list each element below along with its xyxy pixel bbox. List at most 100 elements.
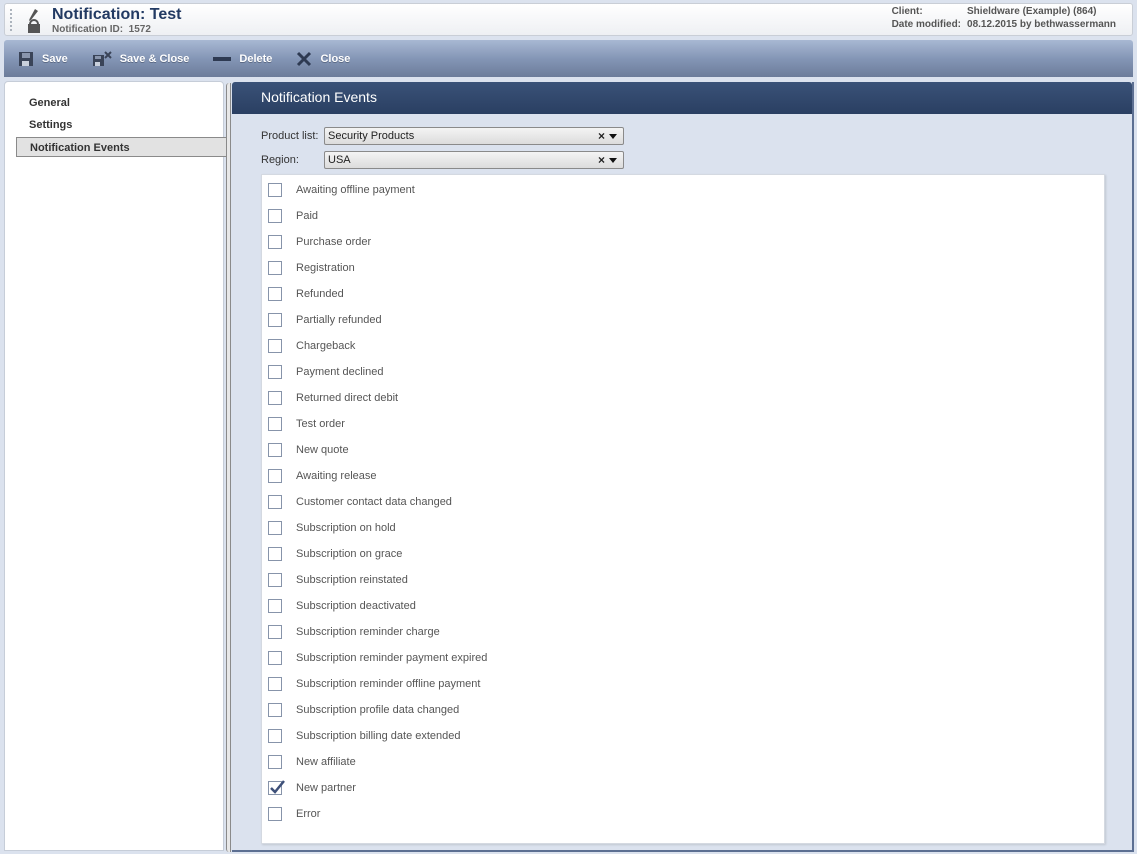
section-heading: Notification Events xyxy=(232,82,1132,114)
close-icon xyxy=(297,51,312,66)
checkbox[interactable] xyxy=(268,495,282,509)
checkbox[interactable] xyxy=(268,599,282,613)
checkbox[interactable] xyxy=(268,703,282,717)
checkbox[interactable] xyxy=(268,651,282,665)
event-label: Subscription profile data changed xyxy=(296,704,460,716)
event-checkbox-row[interactable]: Subscription reminder offline payment xyxy=(268,676,480,692)
event-checkbox-row[interactable]: Test order xyxy=(268,416,345,432)
event-label: Awaiting offline payment xyxy=(296,184,415,196)
main-panel: Notification Events Product list: Securi… xyxy=(232,82,1134,852)
event-label: Subscription on hold xyxy=(296,522,396,534)
checkbox[interactable] xyxy=(268,729,282,743)
event-label: New partner xyxy=(296,782,356,794)
checkbox[interactable] xyxy=(268,755,282,769)
event-label: Returned direct debit xyxy=(296,392,399,404)
event-checkbox-row[interactable]: Partially refunded xyxy=(268,312,382,328)
event-checkbox-row[interactable]: Paid xyxy=(268,208,318,224)
event-checkbox-row[interactable]: Payment declined xyxy=(268,364,383,380)
event-checkbox-row[interactable]: New affiliate xyxy=(268,754,356,770)
event-checkbox-row[interactable]: Subscription reminder charge xyxy=(268,624,440,640)
event-checkbox-row[interactable]: Purchase order xyxy=(268,234,371,250)
save-close-label: Save & Close xyxy=(119,52,190,65)
notification-id: Notification ID: 1572 xyxy=(52,24,151,35)
notification-id-label: Notification ID: xyxy=(52,24,124,35)
checkbox[interactable] xyxy=(268,417,282,431)
region-value: USA xyxy=(328,154,351,166)
clear-icon[interactable]: × xyxy=(598,153,605,167)
checkbox[interactable] xyxy=(268,443,282,457)
checkbox[interactable] xyxy=(268,391,282,405)
event-checkbox-row[interactable]: Returned direct debit xyxy=(268,390,398,406)
checkbox[interactable] xyxy=(268,209,282,223)
event-label: Subscription deactivated xyxy=(296,600,416,612)
checkbox[interactable] xyxy=(268,261,282,275)
event-checkbox-row[interactable]: Registration xyxy=(268,260,355,276)
event-label: Partially refunded xyxy=(296,314,382,326)
event-label: New quote xyxy=(296,444,349,456)
sidebar-item-notification-events[interactable]: Notification Events xyxy=(16,137,231,157)
event-checkbox-row[interactable]: Awaiting release xyxy=(268,468,377,484)
event-checkbox-row[interactable]: Subscription reminder payment expired xyxy=(268,650,487,666)
sidebar-item-general[interactable]: General xyxy=(29,97,70,109)
events-list: Awaiting offline payment Paid Purchase ord… xyxy=(261,174,1105,844)
checkbox[interactable] xyxy=(268,807,282,821)
clear-icon[interactable]: × xyxy=(598,129,605,143)
checkbox-checked[interactable] xyxy=(268,780,285,795)
edit-lock-icon xyxy=(28,9,40,33)
event-checkbox-row[interactable]: Subscription on hold xyxy=(268,520,396,536)
region-select[interactable]: USA × xyxy=(324,151,624,169)
event-checkbox-row[interactable]: Subscription reinstated xyxy=(268,572,408,588)
close-label: Close xyxy=(320,52,351,65)
checkbox[interactable] xyxy=(268,287,282,301)
save-close-button[interactable]: Save & Close xyxy=(92,50,190,67)
event-label: Payment declined xyxy=(296,366,384,378)
checkbox[interactable] xyxy=(268,625,282,639)
event-checkbox-row[interactable]: Refunded xyxy=(268,286,344,302)
minus-icon xyxy=(213,56,232,61)
drag-grip-icon[interactable] xyxy=(9,8,13,32)
product-list-select[interactable]: Security Products × xyxy=(324,127,624,145)
sidebar-item-settings[interactable]: Settings xyxy=(29,119,72,131)
page-title: Notification: Test xyxy=(52,6,182,23)
checkbox[interactable] xyxy=(268,521,282,535)
event-label: Test order xyxy=(296,418,345,430)
checkmark-icon xyxy=(270,780,285,794)
checkbox[interactable] xyxy=(268,313,282,327)
save-close-icon xyxy=(92,50,112,66)
checkbox[interactable] xyxy=(268,235,282,249)
close-button[interactable]: Close xyxy=(296,51,350,67)
record-meta: Client: Shieldware (Example) (864) Date … xyxy=(892,6,1122,32)
dropdown-arrow-icon[interactable] xyxy=(609,134,617,139)
event-checkbox-row[interactable]: New partner xyxy=(268,780,356,796)
dropdown-arrow-icon[interactable] xyxy=(609,158,617,163)
checkbox[interactable] xyxy=(268,677,282,691)
delete-button[interactable]: Delete xyxy=(213,51,272,67)
event-label: Error xyxy=(296,808,321,820)
checkbox[interactable] xyxy=(268,183,282,197)
event-checkbox-row[interactable]: Chargeback xyxy=(268,338,355,354)
event-label: Customer contact data changed xyxy=(296,496,452,508)
save-button[interactable]: Save xyxy=(18,51,68,67)
event-checkbox-row[interactable]: Awaiting offline payment xyxy=(268,182,415,198)
event-checkbox-row[interactable]: Subscription profile data changed xyxy=(268,702,459,718)
event-label: Refunded xyxy=(296,288,344,300)
event-label: Subscription reminder offline payment xyxy=(296,678,481,690)
event-checkbox-row[interactable]: Customer contact data changed xyxy=(268,494,452,510)
event-label: Purchase order xyxy=(296,236,372,248)
product-list-label: Product list: xyxy=(261,130,319,142)
record-header: Notification: Test Notification ID: 1572… xyxy=(4,3,1133,36)
checkbox[interactable] xyxy=(268,547,282,561)
checkbox[interactable] xyxy=(268,365,282,379)
region-label: Region: xyxy=(261,154,299,166)
checkbox[interactable] xyxy=(268,469,282,483)
event-checkbox-row[interactable]: Subscription billing date extended xyxy=(268,728,461,744)
checkbox[interactable] xyxy=(268,573,282,587)
event-checkbox-row[interactable]: New quote xyxy=(268,442,349,458)
event-label: Subscription reinstated xyxy=(296,574,408,586)
event-checkbox-row[interactable]: Subscription on grace xyxy=(268,546,402,562)
product-list-value: Security Products xyxy=(328,130,415,142)
checkbox[interactable] xyxy=(268,339,282,353)
event-checkbox-row[interactable]: Subscription deactivated xyxy=(268,598,416,614)
event-checkbox-row[interactable]: Error xyxy=(268,806,320,822)
panel-splitter[interactable] xyxy=(226,83,231,852)
